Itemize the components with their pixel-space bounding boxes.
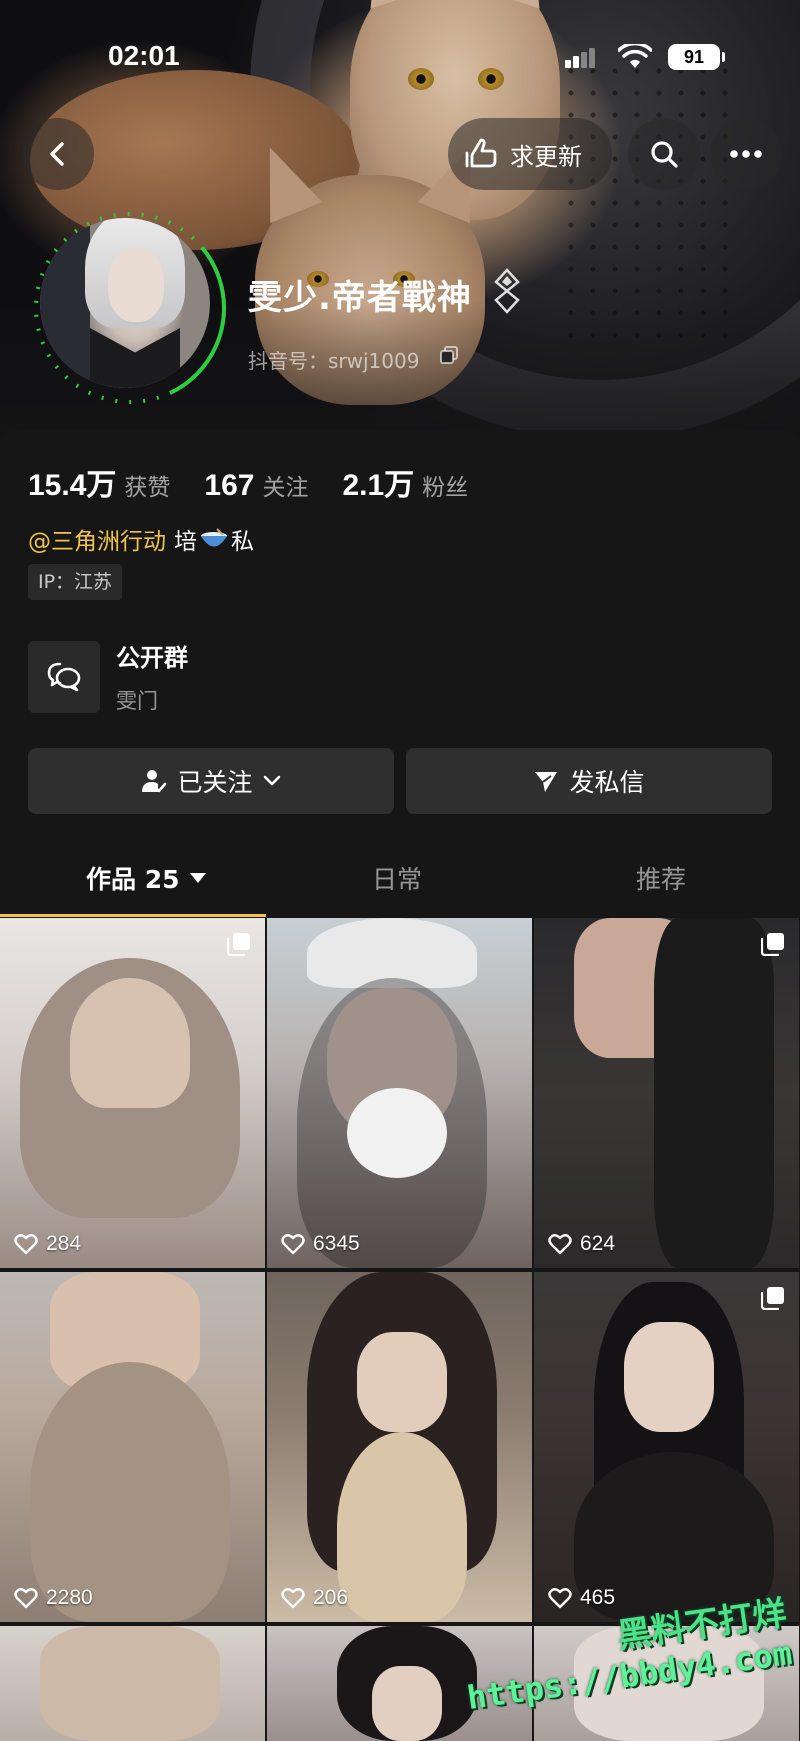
ip-location-tag: IP：江苏 xyxy=(28,564,123,600)
avatar[interactable] xyxy=(40,218,210,388)
like-count-value: 284 xyxy=(46,1232,82,1255)
video-thumbnail[interactable]: 624 xyxy=(534,918,799,1268)
like-count-value: 206 xyxy=(313,1586,349,1609)
stat-likes[interactable]: 15.4万 获赞 xyxy=(28,460,170,504)
back-button[interactable] xyxy=(22,118,94,190)
multi-image-icon xyxy=(761,1287,784,1310)
group-title: 公开群 xyxy=(116,644,188,672)
tab-works[interactable]: 作品 25 xyxy=(86,860,206,896)
bio: @三角洲行动 培 私 xyxy=(28,522,254,556)
bio-text: 培 xyxy=(174,529,197,555)
multi-image-icon xyxy=(227,933,250,956)
chevron-left-icon xyxy=(50,142,64,166)
request-update-label: 求更新 xyxy=(510,142,582,171)
tab-recommended[interactable]: 推荐 xyxy=(636,860,686,896)
heart-icon xyxy=(281,1588,305,1609)
bowl-emoji-icon xyxy=(201,528,227,547)
bio-text: 私 xyxy=(231,529,254,555)
caret-down-icon xyxy=(189,873,206,883)
video-thumbnail[interactable]: 465 xyxy=(534,1272,799,1622)
more-dots-icon xyxy=(730,150,762,158)
heart-icon xyxy=(548,1234,572,1255)
copy-icon[interactable] xyxy=(440,346,458,364)
search-icon xyxy=(651,141,678,168)
group-icon-box xyxy=(28,640,100,713)
active-tab-indicator xyxy=(0,914,266,917)
following-button[interactable]: 已关注 xyxy=(28,748,394,814)
content-tabs: 作品 25 日常 推荐 xyxy=(0,838,800,918)
cellular-signal-icon xyxy=(565,48,595,68)
like-count-value: 2280 xyxy=(46,1586,93,1609)
video-thumbnail[interactable]: 284 xyxy=(0,918,265,1268)
tab-daily[interactable]: 日常 xyxy=(372,860,422,896)
like-count: 206 xyxy=(281,1586,348,1610)
status-time: 02:01 xyxy=(108,40,180,71)
profile-stats: 15.4万 获赞 167 关注 2.1万 粉丝 xyxy=(28,460,502,504)
wifi-icon xyxy=(618,44,652,68)
stat-followers[interactable]: 2.1万 粉丝 xyxy=(342,460,468,504)
like-count: 6345 xyxy=(281,1232,360,1256)
video-thumbnail[interactable]: 6345 xyxy=(267,918,532,1268)
video-thumbnail[interactable]: 2280 xyxy=(0,1272,265,1622)
stat-label: 关注 xyxy=(262,475,309,501)
stat-value: 167 xyxy=(204,469,255,502)
hand-pointing-icon xyxy=(465,138,497,168)
level-badge-icon[interactable] xyxy=(492,268,522,314)
heart-icon xyxy=(281,1234,305,1255)
heart-icon xyxy=(14,1588,38,1609)
like-count-value: 465 xyxy=(580,1586,616,1609)
stat-following[interactable]: 167 关注 xyxy=(204,468,308,503)
following-label: 已关注 xyxy=(177,768,253,797)
like-count: 624 xyxy=(548,1232,615,1256)
like-count: 2280 xyxy=(14,1586,93,1610)
public-group-entry[interactable]: 公开群 雯门 xyxy=(28,638,188,715)
like-count: 465 xyxy=(548,1586,615,1610)
request-update-button[interactable]: 求更新 xyxy=(448,118,612,190)
stat-label: 获赞 xyxy=(124,475,171,501)
chat-bubbles-icon xyxy=(47,662,81,691)
profile-name: 雯少.帝者戰神 xyxy=(248,278,472,318)
heart-icon xyxy=(548,1588,572,1609)
more-options-button[interactable] xyxy=(710,118,782,190)
send-message-label: 发私信 xyxy=(569,768,645,797)
stat-value: 15.4万 xyxy=(28,469,117,502)
search-button[interactable] xyxy=(628,118,700,190)
user-check-icon xyxy=(142,770,167,793)
heart-icon xyxy=(14,1234,38,1255)
tab-works-label: 作品 25 xyxy=(86,865,180,894)
like-count-value: 6345 xyxy=(313,1232,360,1255)
douyin-id: 抖音号：srwj1009 xyxy=(248,349,420,373)
like-count: 284 xyxy=(14,1232,81,1256)
like-count-value: 624 xyxy=(580,1232,616,1255)
multi-image-icon xyxy=(761,933,784,956)
stat-value: 2.1万 xyxy=(342,469,415,502)
battery-indicator: 91 xyxy=(668,44,725,70)
bio-mention-link[interactable]: @三角洲行动 xyxy=(28,522,166,556)
stat-label: 粉丝 xyxy=(422,475,469,501)
video-thumbnail[interactable]: 206 xyxy=(267,1272,532,1622)
group-subtitle: 雯门 xyxy=(116,689,158,713)
chevron-down-icon xyxy=(263,775,280,786)
send-message-button[interactable]: 发私信 xyxy=(406,748,772,814)
send-icon xyxy=(535,772,558,792)
video-thumbnail[interactable] xyxy=(0,1626,265,1741)
